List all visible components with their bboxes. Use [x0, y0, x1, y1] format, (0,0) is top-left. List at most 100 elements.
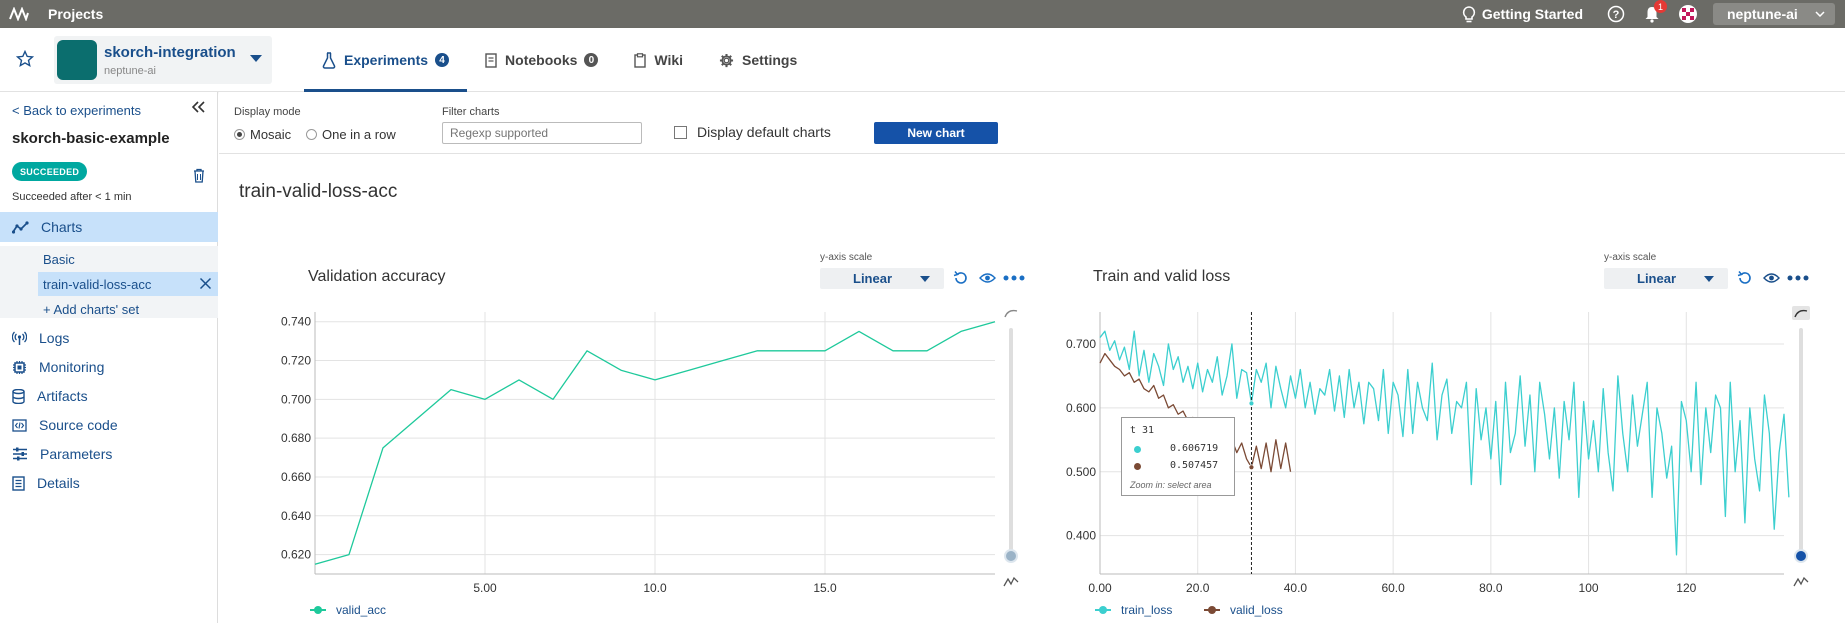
code-icon — [12, 418, 27, 432]
trash-icon[interactable] — [193, 168, 205, 183]
smoothing-slider-knob — [1004, 549, 1018, 563]
getting-started-label: Getting Started — [1481, 6, 1583, 22]
charts-toolbar: Display mode Mosaic One in a row Filter … — [219, 92, 1845, 154]
y-tick-label: 0.600 — [1066, 401, 1096, 415]
y-axis-scale-label: y-axis scale — [1604, 252, 1657, 263]
chip-icon — [13, 360, 26, 374]
mode-one-in-a-row-label: One in a row — [322, 127, 396, 142]
tab-wiki[interactable]: Wiki — [616, 28, 701, 92]
reset-zoom-icon[interactable] — [953, 270, 969, 286]
sidebar-item-charts[interactable]: Charts — [0, 212, 218, 242]
tab-settings[interactable]: Settings — [701, 28, 815, 92]
display-default-charts-label: Display default charts — [697, 124, 831, 140]
mode-one-in-a-row-radio[interactable]: One in a row — [306, 127, 396, 142]
tab-notebooks-label: Notebooks — [505, 52, 578, 68]
notifications-bell-icon[interactable]: 1 — [1641, 0, 1667, 25]
project-org: neptune-ai — [104, 65, 156, 77]
projects-link[interactable]: Projects — [48, 6, 103, 22]
legend-item-valid-acc[interactable]: valid_acc — [310, 603, 386, 617]
notifications-count-badge: 1 — [1654, 0, 1667, 13]
x-tick-label: 60.0 — [1381, 581, 1405, 595]
legend-label: valid_acc — [336, 603, 387, 617]
status-badge: SUCCEEDED — [12, 162, 88, 181]
status-duration: Succeeded after < 1 min — [12, 191, 132, 203]
sidebar-item-artifacts[interactable]: Artifacts — [0, 381, 218, 411]
x-tick-label: 15.0 — [813, 581, 837, 595]
raw-data-icon — [1003, 576, 1019, 587]
smooth-toggle-icon — [1792, 306, 1810, 320]
project-avatar — [57, 40, 97, 80]
chart-title-validation-accuracy: Validation accuracy — [308, 268, 446, 285]
project-name: skorch-integration — [104, 44, 236, 61]
display-default-charts-checkbox[interactable]: Display default charts — [674, 124, 831, 140]
radio-unselected-icon — [306, 129, 317, 140]
tab-settings-label: Settings — [742, 52, 798, 68]
flask-icon — [322, 51, 336, 69]
caret-down-icon — [250, 55, 262, 62]
filter-charts-input[interactable] — [442, 122, 642, 144]
validation-accuracy-chart[interactable]: 0.620 0.640 0.660 0.680 0.700 0.720 0.740 5.00 1… — [260, 296, 1030, 596]
neptune-logo-icon[interactable] — [0, 0, 38, 28]
x-tick-label: 20.0 — [1186, 581, 1210, 595]
y-tick-label: 0.640 — [281, 509, 311, 523]
smooth-toggle-icon — [1002, 306, 1020, 320]
more-options-icon[interactable] — [1787, 275, 1809, 281]
add-charts-set-link[interactable]: + Add charts' set — [38, 297, 139, 321]
y-axis-scale-value: Linear — [853, 271, 893, 286]
legend-swatch — [310, 606, 326, 614]
sidebar-item-details[interactable]: Details — [0, 468, 218, 498]
sidebar-item-monitoring[interactable]: Monitoring — [0, 352, 218, 382]
experiments-count-badge: 4 — [435, 53, 450, 67]
help-icon[interactable]: ? — [1605, 3, 1627, 25]
top-bar: Projects Getting Started ? 1 neptune-ai — [0, 0, 1845, 28]
y-tick-label: 0.660 — [281, 470, 311, 484]
x-tick-label: 10.0 — [643, 581, 667, 595]
sidebar-item-parameters[interactable]: Parameters — [0, 439, 218, 469]
reset-zoom-icon[interactable] — [1737, 270, 1753, 286]
collapse-sidebar-icon[interactable] — [192, 101, 205, 113]
more-options-icon[interactable] — [1003, 275, 1025, 281]
x-tick-label: 40.0 — [1284, 581, 1308, 595]
caret-down-icon — [1704, 276, 1714, 282]
filter-charts-label: Filter charts — [442, 106, 500, 118]
x-tick-label: 100 — [1579, 581, 1599, 595]
legend-swatch — [1095, 606, 1111, 614]
hover-point — [1248, 464, 1255, 471]
eye-icon[interactable] — [1763, 272, 1780, 284]
mode-mosaic-label: Mosaic — [250, 127, 292, 142]
y-tick-label: 0.720 — [281, 354, 311, 368]
star-icon[interactable] — [16, 50, 34, 68]
new-chart-button[interactable]: New chart — [874, 122, 998, 144]
tab-notebooks[interactable]: Notebooks 0 — [467, 28, 616, 92]
chart-set-train-valid-loss-acc[interactable]: train-valid-loss-acc — [38, 272, 218, 296]
chart-set-basic[interactable]: Basic — [38, 247, 75, 271]
legend-item-train-loss[interactable]: train_loss — [1095, 603, 1172, 617]
project-selector[interactable]: skorch-integration neptune-ai — [54, 36, 272, 84]
experiment-sidebar: < Back to experiments skorch-basic-examp… — [0, 92, 218, 623]
sidebar-item-label: Source code — [39, 417, 118, 433]
tooltip-zoom-hint: Zoom in: select area — [1130, 480, 1212, 490]
checkbox-unchecked-icon — [674, 125, 687, 139]
wiki-icon — [634, 52, 647, 68]
user-avatar-icon[interactable] — [1677, 3, 1699, 25]
valid-loss-dot-icon — [1134, 463, 1141, 470]
legend-label: train_loss — [1121, 603, 1173, 617]
getting-started-button[interactable]: Getting Started — [1462, 5, 1583, 23]
sidebar-item-source-code[interactable]: Source code — [0, 410, 218, 440]
legend-item-valid-loss[interactable]: valid_loss — [1204, 603, 1283, 617]
y-axis-scale-select[interactable]: Linear — [1604, 268, 1728, 289]
y-axis-scale-select[interactable]: Linear — [820, 268, 944, 289]
legend-label: valid_loss — [1230, 603, 1283, 617]
x-tick-label: 80.0 — [1479, 581, 1503, 595]
user-menu-button[interactable]: neptune-ai — [1713, 3, 1835, 25]
smooth-toggle-bg — [1792, 306, 1810, 320]
close-icon[interactable] — [199, 277, 212, 290]
chart-line-icon — [12, 220, 29, 234]
smooth-toggle-bg — [1002, 306, 1020, 320]
mode-mosaic-radio[interactable]: Mosaic — [234, 127, 291, 142]
tab-experiments[interactable]: Experiments 4 — [304, 28, 468, 92]
sidebar-item-label: Artifacts — [37, 388, 88, 404]
sidebar-item-logs[interactable]: Logs — [0, 323, 218, 353]
back-to-experiments-link[interactable]: < Back to experiments — [12, 103, 141, 118]
eye-icon[interactable] — [979, 272, 996, 284]
